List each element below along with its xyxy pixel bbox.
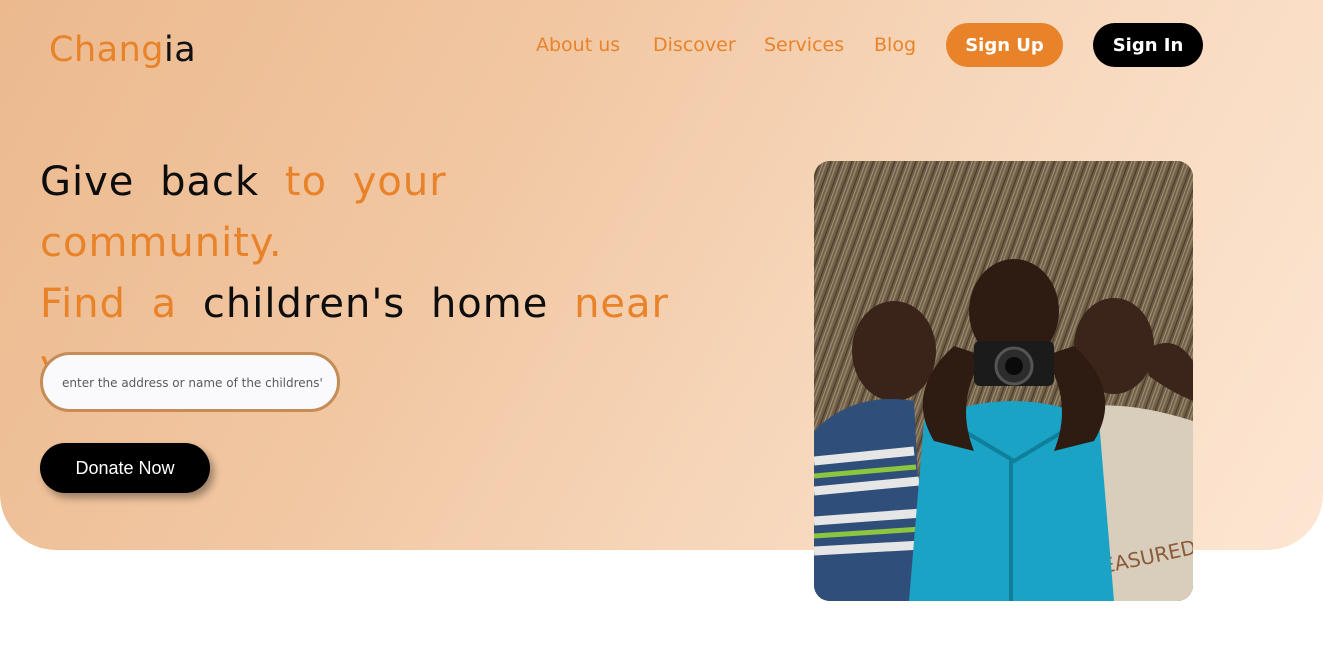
search-field[interactable]: [40, 352, 340, 412]
nav-link-services[interactable]: Services: [764, 33, 844, 57]
brand-logo-part2: ia: [163, 30, 197, 70]
donate-now-button[interactable]: Donate Now: [40, 443, 210, 493]
children-photo-illustration: MEASURED: [814, 161, 1193, 601]
hero-photo: MEASURED: [814, 161, 1193, 601]
search-input[interactable]: [60, 355, 328, 411]
headline-segment: children's home: [202, 281, 575, 327]
nav-link-blog[interactable]: Blog: [874, 33, 916, 57]
headline-segment: Give back: [40, 159, 285, 205]
headline-segment: Find a: [40, 281, 203, 327]
nav-link-about-us[interactable]: About us: [536, 33, 620, 57]
sign-up-button[interactable]: Sign Up: [946, 23, 1063, 67]
sign-in-button[interactable]: Sign In: [1093, 23, 1203, 67]
brand-logo[interactable]: Changia: [49, 28, 196, 72]
brand-logo-part1: Chang: [49, 30, 164, 70]
nav-link-discover[interactable]: Discover: [653, 33, 736, 57]
